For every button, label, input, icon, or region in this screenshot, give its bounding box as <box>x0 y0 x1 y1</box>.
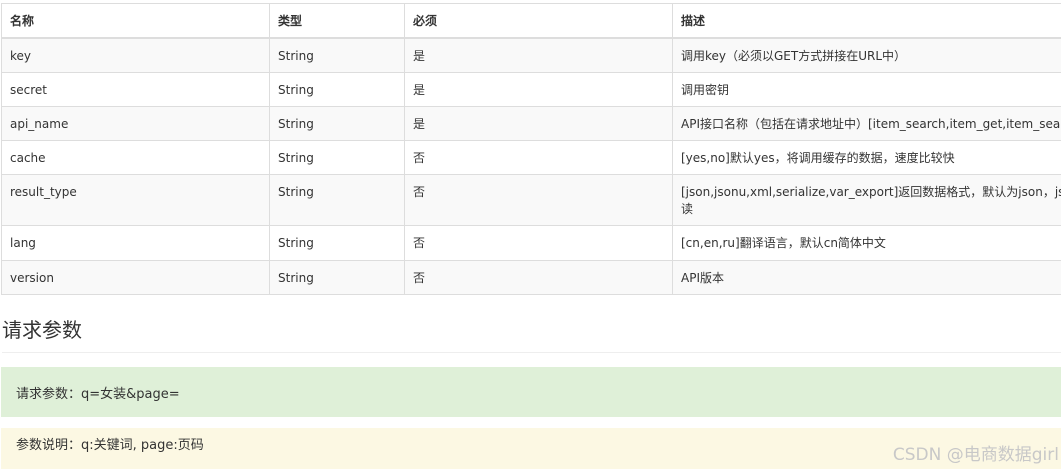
header-type: 类型 <box>269 3 405 39</box>
table-row: version String 否 API版本 <box>1 259 1061 295</box>
param-type: String <box>269 105 405 141</box>
table-row: api_name String 是 API接口名称（包括在请求地址中）[item… <box>1 105 1061 141</box>
table-row: key String 是 调用key（必须以GET方式拼接在URL中） <box>1 37 1061 73</box>
param-name: version <box>1 259 270 295</box>
param-required: 是 <box>404 105 673 141</box>
param-type: String <box>269 224 405 261</box>
param-type: String <box>269 37 405 73</box>
param-type: String <box>269 71 405 107</box>
header-required: 必须 <box>404 3 673 39</box>
param-name: secret <box>1 71 270 107</box>
param-name: api_name <box>1 105 270 141</box>
param-required: 否 <box>404 224 673 261</box>
param-description: 调用密钥 <box>672 71 1061 107</box>
param-name: lang <box>1 224 270 261</box>
param-type: String <box>269 259 405 295</box>
param-name: cache <box>1 139 270 175</box>
param-description: [cn,en,ru]翻译语言，默认cn简体中文 <box>672 224 1061 261</box>
param-description: [yes,no]默认yes，将调用缓存的数据，速度比较快 <box>672 139 1061 175</box>
table-row: cache String 否 [yes,no]默认yes，将调用缓存的数据，速度… <box>1 139 1061 175</box>
param-required: 是 <box>404 37 673 73</box>
request-params-box: 请求参数：q=女装&page= <box>1 367 1061 417</box>
param-description-line-2: 读 <box>681 201 694 216</box>
param-type: String <box>269 139 405 175</box>
table-row: lang String 否 [cn,en,ru]翻译语言，默认cn简体中文 <box>1 224 1061 261</box>
param-description: API接口名称（包括在请求地址中）[item_search,item_get,i… <box>672 105 1061 141</box>
param-name: result_type <box>1 173 270 226</box>
section-title: 请求参数 <box>2 316 1061 353</box>
table-row: secret String 是 调用密钥 <box>1 71 1061 107</box>
param-description-line-1: [json,jsonu,xml,serialize,var_export]返回数… <box>681 184 1061 199</box>
params-description-text: 参数说明：q:关键词, page:页码 <box>16 438 204 453</box>
header-description: 描述 <box>672 3 1061 39</box>
watermark: CSDN @电商数据girl <box>892 445 1059 465</box>
param-required: 是 <box>404 71 673 107</box>
param-required: 否 <box>404 139 673 175</box>
param-type: String <box>269 173 405 226</box>
request-params-text: 请求参数：q=女装&page= <box>16 386 180 402</box>
params-table: 名称 类型 必须 描述 key String 是 调用key（必须以GET方式拼… <box>1 3 1061 295</box>
table-row: result_type String 否 [json,jsonu,xml,ser… <box>1 173 1061 226</box>
param-required: 否 <box>404 173 673 226</box>
param-name: key <box>1 37 270 73</box>
param-description: 调用key（必须以GET方式拼接在URL中） <box>672 37 1061 73</box>
header-name: 名称 <box>1 3 270 39</box>
param-description: API版本 <box>672 259 1061 295</box>
param-description: [json,jsonu,xml,serialize,var_export]返回数… <box>672 173 1061 226</box>
table-header-row: 名称 类型 必须 描述 <box>1 3 1061 39</box>
param-required: 否 <box>404 259 673 295</box>
